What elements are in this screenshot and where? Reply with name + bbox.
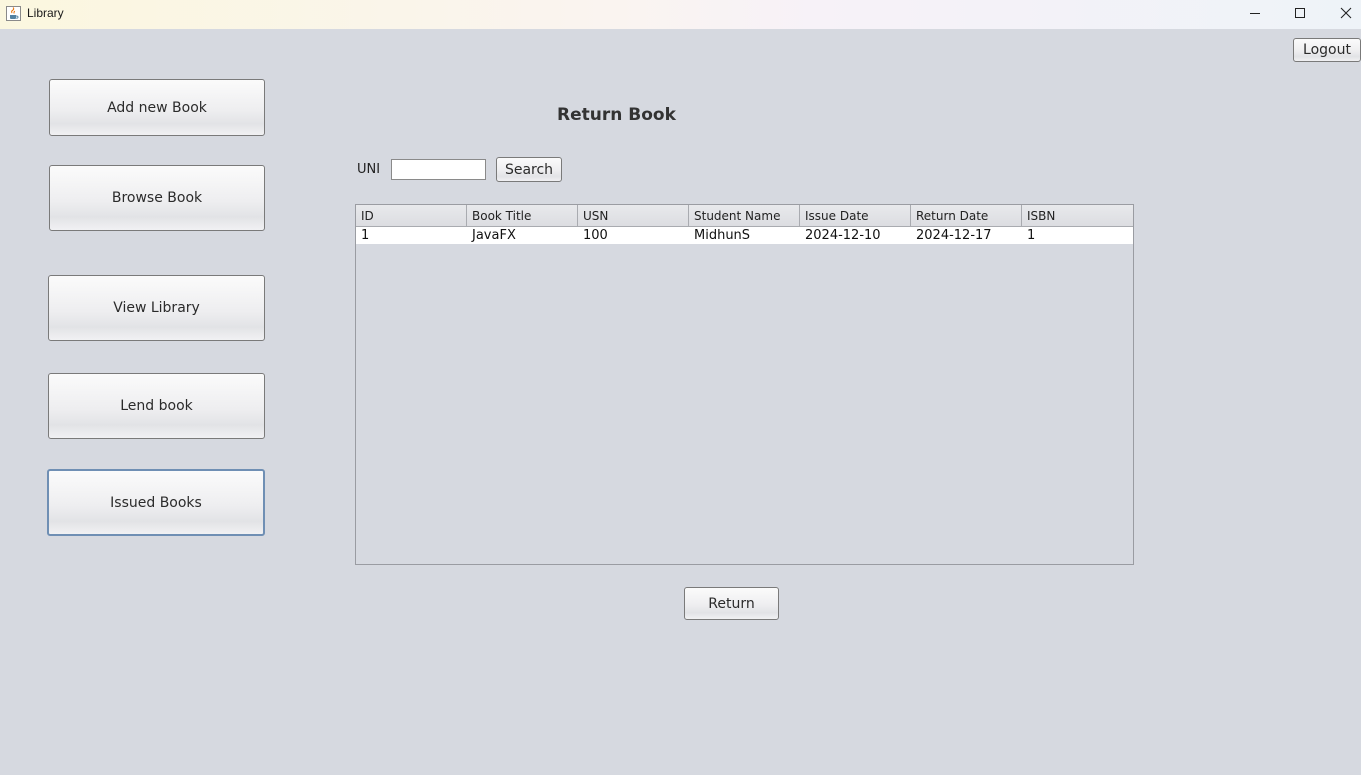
cell-book-title: JavaFX [472, 228, 516, 243]
maximize-button[interactable] [1277, 0, 1323, 29]
table-row[interactable]: 1 JavaFX 100 MidhunS 2024-12-10 2024-12-… [356, 227, 1133, 244]
logout-button[interactable]: Logout [1293, 38, 1361, 62]
sidebar-item-browse-book[interactable]: Browse Book [49, 165, 265, 231]
issued-books-table[interactable]: ID Book Title USN Student Name Issue Dat… [355, 204, 1134, 565]
cell-return-date: 2024-12-17 [916, 228, 992, 243]
close-icon [1340, 6, 1352, 24]
page-title: Return Book [557, 105, 676, 125]
uni-input[interactable] [391, 159, 486, 180]
maximize-icon [1294, 6, 1306, 24]
cell-issue-date: 2024-12-10 [805, 228, 881, 243]
java-cup-icon [6, 6, 21, 21]
sidebar-item-add-new-book[interactable]: Add new Book [49, 79, 265, 136]
uni-label: UNI [357, 162, 381, 177]
cell-usn: 100 [583, 228, 608, 243]
close-button[interactable] [1323, 0, 1361, 29]
cell-id: 1 [361, 228, 370, 243]
window-title: Library [27, 6, 64, 20]
sidebar-item-issued-books[interactable]: Issued Books [47, 469, 265, 536]
sidebar-item-lend-book[interactable]: Lend book [48, 373, 265, 439]
column-header-id[interactable]: ID [356, 205, 467, 226]
column-header-usn[interactable]: USN [578, 205, 689, 226]
column-header-student-name[interactable]: Student Name [689, 205, 800, 226]
column-header-book-title[interactable]: Book Title [467, 205, 578, 226]
cell-student-name: MidhunS [694, 228, 751, 243]
cell-isbn: 1 [1027, 228, 1036, 243]
minimize-icon [1249, 6, 1261, 24]
minimize-button[interactable] [1232, 0, 1278, 29]
column-header-issue-date[interactable]: Issue Date [800, 205, 911, 226]
search-button[interactable]: Search [496, 157, 562, 182]
return-button[interactable]: Return [684, 587, 779, 620]
table-header: ID Book Title USN Student Name Issue Dat… [356, 205, 1133, 227]
sidebar-item-view-library[interactable]: View Library [48, 275, 265, 341]
column-header-return-date[interactable]: Return Date [911, 205, 1022, 226]
column-header-isbn[interactable]: ISBN [1022, 205, 1133, 226]
title-bar: Library [0, 0, 1361, 29]
